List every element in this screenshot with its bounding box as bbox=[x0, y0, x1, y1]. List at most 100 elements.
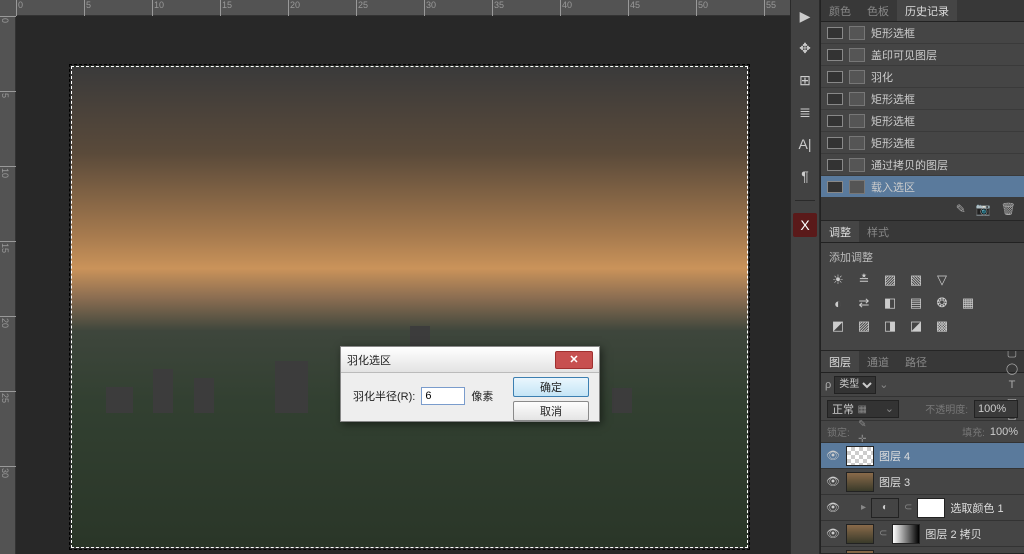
history-thumb bbox=[827, 137, 843, 149]
layer-thumb bbox=[846, 446, 874, 466]
adjustment-icon[interactable]: ≛ bbox=[855, 271, 873, 289]
tool-icon-1[interactable]: ✥ bbox=[793, 36, 817, 60]
history-thumb bbox=[827, 159, 843, 171]
opacity-input[interactable]: 100% bbox=[974, 400, 1018, 418]
adjustment-icon[interactable]: ◐ bbox=[829, 294, 847, 312]
tab-路径[interactable]: 路径 bbox=[897, 351, 935, 372]
layer-row[interactable]: 👁图层 4 bbox=[821, 443, 1024, 469]
adjustment-icon[interactable]: ☀ bbox=[829, 271, 847, 289]
filter-type-select[interactable]: 类型 bbox=[834, 376, 876, 394]
history-item[interactable]: 矩形选框 bbox=[821, 110, 1024, 132]
visibility-icon[interactable]: 👁 bbox=[825, 474, 841, 490]
filter-type-icon[interactable]: ▢ bbox=[1004, 351, 1020, 361]
visibility-icon[interactable]: 👁 bbox=[825, 526, 841, 542]
layer-filter-row: ρ 类型 ⌄ ▢◯T▭⊡ bbox=[821, 373, 1024, 397]
layer-row[interactable]: 👁▸◐⊂选取颜色 1 bbox=[821, 495, 1024, 521]
toolstrip: ▶ ✥ ⊞ ≣ A| ¶ X bbox=[790, 0, 820, 554]
adjustment-icon[interactable]: ◪ bbox=[907, 317, 925, 335]
canvas-area[interactable] bbox=[16, 16, 790, 554]
visibility-icon[interactable]: 👁 bbox=[825, 552, 841, 554]
lock-label: 锁定: bbox=[827, 424, 850, 439]
adjustment-icon[interactable]: ▧ bbox=[907, 271, 925, 289]
filter-type-icon[interactable]: ◯ bbox=[1004, 361, 1020, 377]
layer-thumb: ◐ bbox=[871, 498, 899, 518]
adjustment-icon[interactable]: ▽ bbox=[933, 271, 951, 289]
adjustment-icon[interactable]: ❂ bbox=[933, 294, 951, 312]
ruler-vertical: 051015202530 bbox=[0, 16, 16, 554]
extension-x-icon[interactable]: X bbox=[793, 213, 817, 237]
history-thumb bbox=[827, 71, 843, 83]
lock-row: 锁定: ▦✎✛🔒 填充: 100% bbox=[821, 421, 1024, 443]
layer-name: 图层 2 拷贝 bbox=[925, 526, 981, 542]
history-thumb bbox=[827, 115, 843, 127]
trash-icon[interactable]: 🗑 bbox=[1001, 202, 1016, 216]
close-icon[interactable]: ✕ bbox=[555, 351, 593, 369]
blend-row: 正常⌄ 不透明度: 100% bbox=[821, 397, 1024, 421]
link-icon: ▸ bbox=[861, 502, 866, 513]
tool-icon-2[interactable]: ⊞ bbox=[793, 68, 817, 92]
mask-link-icon: ⊂ bbox=[879, 528, 887, 539]
tab-历史记录[interactable]: 历史记录 bbox=[897, 0, 957, 21]
right-panels: 颜色色板历史记录 矩形选框盖印可见图层羽化矩形选框矩形选框矩形选框通过拷贝的图层… bbox=[820, 0, 1024, 554]
tool-icon-0[interactable]: ▶ bbox=[793, 4, 817, 28]
history-step-label: 通过拷贝的图层 bbox=[871, 157, 948, 173]
unit-label: 像素 bbox=[471, 388, 493, 404]
tab-调整[interactable]: 调整 bbox=[821, 221, 859, 242]
history-item[interactable]: 矩形选框 bbox=[821, 88, 1024, 110]
lock-icon[interactable]: ✎ bbox=[855, 417, 870, 432]
tool-icon-4[interactable]: A| bbox=[793, 132, 817, 156]
feather-dialog: 羽化选区 ✕ 羽化半径(R): 像素 确定 取消 bbox=[340, 346, 600, 422]
layer-row[interactable]: 👁 图层 2 bbox=[821, 547, 1024, 553]
cancel-button[interactable]: 取消 bbox=[513, 401, 589, 421]
layer-row[interactable]: 👁 图层 3 bbox=[821, 469, 1024, 495]
adjustment-icon[interactable]: ◨ bbox=[881, 317, 899, 335]
history-item[interactable]: 羽化 bbox=[821, 66, 1024, 88]
visibility-icon[interactable]: 👁 bbox=[825, 500, 841, 516]
layer-thumb bbox=[846, 550, 874, 554]
dialog-titlebar[interactable]: 羽化选区 ✕ bbox=[341, 347, 599, 373]
camera-icon[interactable]: 📷 bbox=[976, 202, 991, 216]
history-item[interactable]: 矩形选框 bbox=[821, 132, 1024, 154]
history-item[interactable]: 矩形选框 bbox=[821, 22, 1024, 44]
visibility-icon[interactable]: 👁 bbox=[825, 448, 841, 464]
filter-type-icon[interactable]: T bbox=[1004, 377, 1020, 393]
document-image[interactable] bbox=[71, 66, 748, 548]
adjustment-icon[interactable]: ▤ bbox=[907, 294, 925, 312]
adjustment-icon[interactable]: ▩ bbox=[933, 317, 951, 335]
ruler-horizontal: 0510152025303540455055 bbox=[16, 0, 790, 16]
history-thumb bbox=[827, 49, 843, 61]
lock-icon[interactable]: ▦ bbox=[855, 402, 870, 417]
history-item[interactable]: 通过拷贝的图层 bbox=[821, 154, 1024, 176]
layer-name: 图层 2 bbox=[879, 552, 910, 554]
adjustment-icon[interactable]: ◩ bbox=[829, 317, 847, 335]
adjustment-icon[interactable]: ▨ bbox=[881, 271, 899, 289]
history-step-label: 载入选区 bbox=[871, 179, 915, 195]
feather-radius-input[interactable] bbox=[421, 387, 465, 405]
tool-icon-5[interactable]: ¶ bbox=[793, 164, 817, 188]
history-step-icon bbox=[849, 136, 865, 150]
adjustment-icon[interactable]: ◧ bbox=[881, 294, 899, 312]
history-buttons: ✎ 📷 🗑 bbox=[821, 198, 1024, 220]
history-step-label: 矩形选框 bbox=[871, 25, 915, 41]
tab-图层[interactable]: 图层 bbox=[821, 351, 859, 372]
history-thumb bbox=[827, 27, 843, 39]
history-item[interactable]: 载入选区 bbox=[821, 176, 1024, 198]
tool-icon-3[interactable]: ≣ bbox=[793, 100, 817, 124]
history-item[interactable]: 盖印可见图层 bbox=[821, 44, 1024, 66]
fill-label: 填充: bbox=[962, 424, 985, 439]
layer-row[interactable]: 👁 ⊂ 图层 2 拷贝 bbox=[821, 521, 1024, 547]
opacity-label: 不透明度: bbox=[925, 401, 968, 416]
snapshot-icon[interactable]: ✎ bbox=[956, 202, 966, 216]
tab-样式[interactable]: 样式 bbox=[859, 221, 897, 242]
adjustment-icon[interactable]: ▦ bbox=[959, 294, 977, 312]
history-step-icon bbox=[849, 26, 865, 40]
adjustment-icon[interactable]: ⇄ bbox=[855, 294, 873, 312]
adjustment-icon[interactable]: ▨ bbox=[855, 317, 873, 335]
tab-通道[interactable]: 通道 bbox=[859, 351, 897, 372]
tab-色板[interactable]: 色板 bbox=[859, 0, 897, 21]
history-step-label: 羽化 bbox=[871, 69, 893, 85]
layer-name: 图层 3 bbox=[879, 474, 910, 490]
tab-颜色[interactable]: 颜色 bbox=[821, 0, 859, 21]
fill-input[interactable]: 100% bbox=[990, 426, 1018, 438]
ok-button[interactable]: 确定 bbox=[513, 377, 589, 397]
